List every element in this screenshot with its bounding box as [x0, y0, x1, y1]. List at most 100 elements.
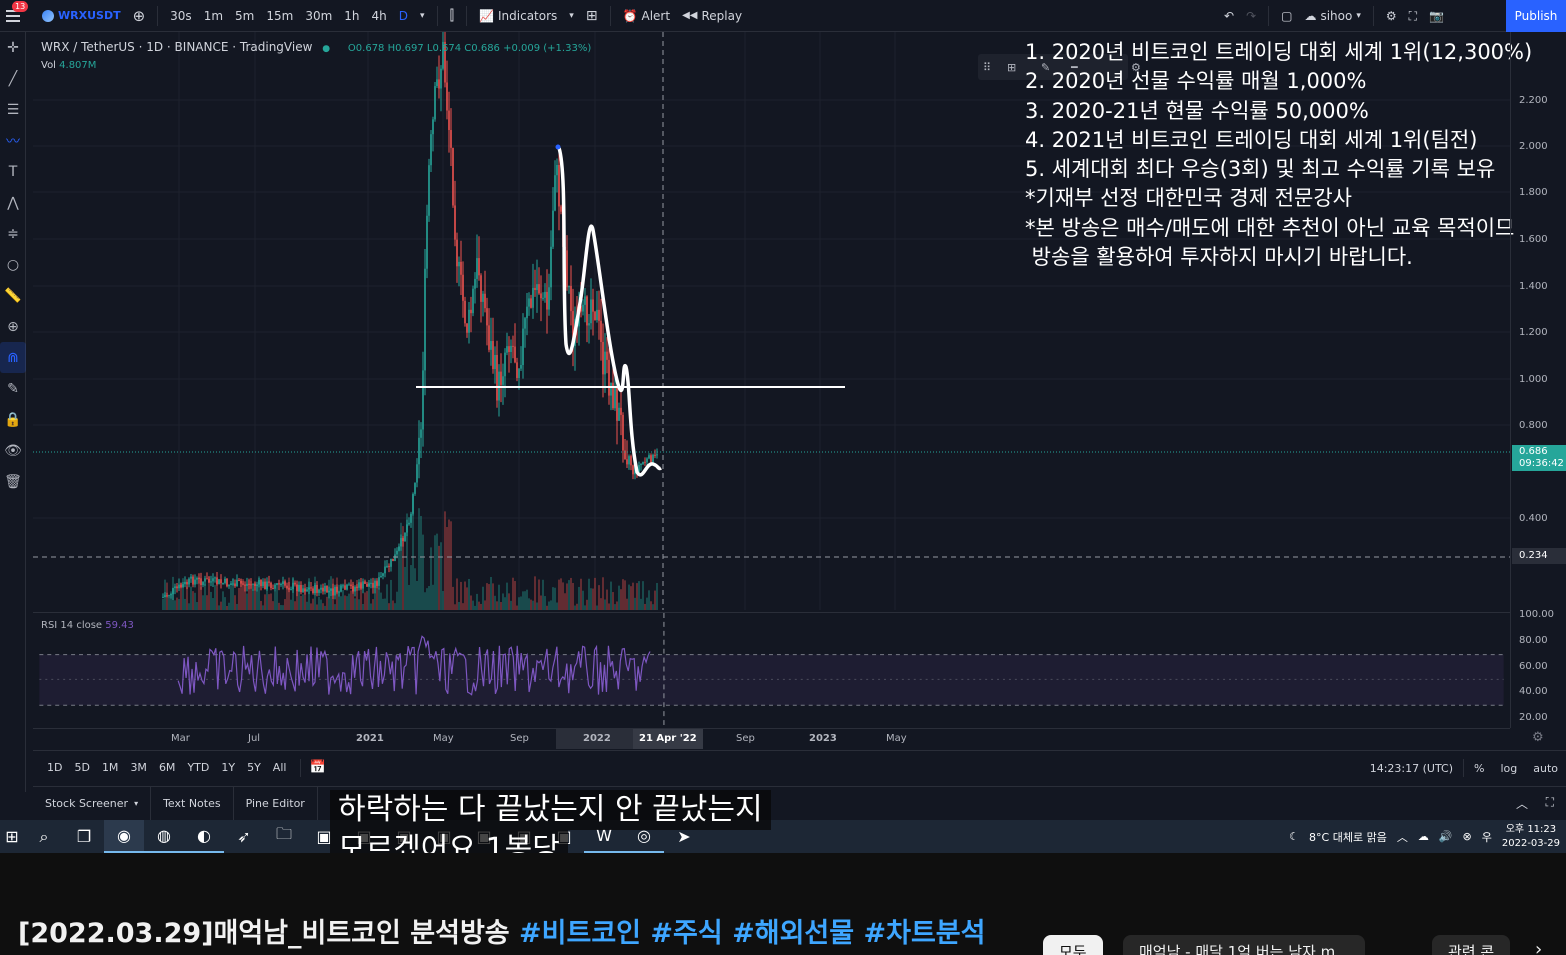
rsi-pane[interactable]	[33, 612, 1510, 728]
interval-d[interactable]: D	[393, 9, 414, 23]
template-icon[interactable]: ⊞	[1007, 61, 1016, 74]
task-view-icon[interactable]: ❐	[64, 820, 104, 853]
price-tick: 0.800	[1519, 420, 1548, 431]
chrome-icon[interactable]: ◉	[104, 820, 144, 853]
time-axis[interactable]: Mar Jul 2021 May Sep 2022 21 Apr '22 Sep…	[33, 728, 1510, 750]
range-all[interactable]: All	[267, 761, 293, 774]
range-5d[interactable]: 5D	[68, 761, 95, 774]
video-title[interactable]: [2022.03.29]매억남_비트코인 분석방송 #비트코인 #주식 #해외선…	[18, 911, 985, 950]
file-explorer-icon[interactable]: 🗀	[264, 820, 304, 853]
volume-bar	[488, 584, 490, 610]
tab-text-notes[interactable]: Text Notes	[151, 786, 234, 821]
symbol-search-button[interactable]: WRXUSDT	[36, 9, 127, 22]
log-toggle[interactable]: log	[1492, 762, 1525, 775]
eye-icon[interactable]: 👁	[0, 435, 26, 466]
redo-icon[interactable]: ↷	[1240, 9, 1262, 23]
chevron-up-icon[interactable]: ︿	[1397, 829, 1408, 845]
interval-1h[interactable]: 1h	[338, 9, 365, 23]
time-label: Mar	[171, 733, 190, 744]
app-bird-icon[interactable]: ➶	[224, 820, 264, 853]
undo-icon[interactable]: ↶	[1218, 9, 1240, 23]
clock-readout[interactable]: 14:23:17 (UTC)	[1360, 762, 1463, 775]
fullscreen-icon[interactable]: ⛶	[1403, 9, 1423, 24]
chip-all[interactable]: 모두	[1043, 935, 1103, 955]
horizontal-lines-icon[interactable]: ☰	[0, 94, 26, 125]
search-icon[interactable]: ⌕	[24, 820, 64, 853]
patterns-icon[interactable]: ⋀	[0, 187, 26, 218]
range-1y[interactable]: 1Y	[215, 761, 241, 774]
volume-bar	[312, 598, 314, 610]
volume-bar	[616, 601, 618, 610]
layout-square-icon[interactable]: ▢	[1275, 9, 1298, 23]
layout-name-button[interactable]: ☁ sihoo ▾	[1298, 9, 1366, 23]
templates-button[interactable]: ⊞	[580, 8, 604, 24]
alert-button[interactable]: ⏰ Alert	[617, 9, 677, 23]
publish-button[interactable]: Publish	[1506, 0, 1566, 32]
interval-30s[interactable]: 30s	[164, 9, 198, 23]
chevron-right-icon[interactable]: ›	[1535, 939, 1542, 955]
weather-text[interactable]: 8°C 대체로 맑음	[1309, 829, 1387, 845]
crosshair-icon[interactable]: ✛	[0, 32, 26, 63]
chart-type-button[interactable]: ⫿	[444, 8, 460, 24]
compare-symbol-button[interactable]: ⊕	[127, 7, 152, 25]
candle-body	[218, 579, 220, 585]
candle-body	[210, 581, 212, 583]
firefox-icon[interactable]: ◐	[184, 820, 224, 853]
auto-toggle[interactable]: auto	[1525, 762, 1566, 775]
candle-body	[198, 578, 200, 580]
interval-30m[interactable]: 30m	[299, 9, 338, 23]
stop-icon[interactable]: ⊗	[1463, 830, 1472, 843]
tab-stock-screener[interactable]: Stock Screener ▾	[33, 786, 152, 821]
range-6m[interactable]: 6M	[153, 761, 182, 774]
brush-icon[interactable]: 〰	[0, 125, 26, 156]
main-menu-button[interactable]: 13	[0, 0, 29, 32]
volume-icon[interactable]: 🔊	[1439, 830, 1453, 843]
volume-bar	[644, 603, 646, 610]
chip-channel[interactable]: 매억남 - 매달 1억 버는 남자 m...	[1123, 935, 1366, 955]
candle-body	[362, 581, 364, 589]
interval-4h[interactable]: 4h	[366, 9, 393, 23]
range-5y[interactable]: 5Y	[241, 761, 267, 774]
settings-gear-icon[interactable]: ⚙	[1380, 9, 1403, 23]
interval-5m[interactable]: 5m	[229, 9, 260, 23]
shapes-icon[interactable]: ○	[0, 249, 26, 280]
ruler-icon[interactable]: 📏	[0, 280, 26, 311]
lock-icon[interactable]: 🔒	[0, 404, 26, 435]
go-to-date-icon[interactable]: 📅	[309, 760, 325, 775]
network-icon[interactable]: ☁	[1418, 830, 1429, 843]
interval-1m[interactable]: 1m	[198, 9, 229, 23]
zoom-in-icon[interactable]: ⊕	[0, 311, 26, 342]
volume-bar	[224, 597, 226, 610]
indicators-button[interactable]: 📈 Indicators ▾	[473, 9, 580, 23]
stay-in-drawing-mode-icon[interactable]: ✎	[0, 373, 26, 404]
windows-start-icon[interactable]: ⊞	[0, 820, 24, 853]
prediction-icon[interactable]: ≑	[0, 218, 26, 249]
edge-icon[interactable]: ◍	[144, 820, 184, 853]
maximize-panel-icon[interactable]: ⛶	[1546, 795, 1554, 810]
taskbar-clock[interactable]: 오후 11:23 2022-03-29	[1502, 823, 1560, 851]
ime-icon[interactable]: 우	[1482, 829, 1492, 845]
candle-body	[390, 558, 392, 567]
trash-icon[interactable]: 🗑	[0, 466, 26, 497]
percent-toggle[interactable]: %	[1464, 762, 1492, 775]
axis-settings-gear-icon[interactable]: ⚙	[1532, 730, 1544, 745]
text-tool-icon[interactable]: T	[0, 156, 26, 187]
range-ytd[interactable]: YTD	[181, 761, 215, 774]
video-hashtags[interactable]: #비트코인 #주식 #해외선물 #차트분석	[519, 918, 985, 949]
drag-handle-icon[interactable]: ⠿	[983, 61, 991, 74]
chip-related[interactable]: 관련 콘	[1432, 935, 1511, 955]
trend-line-icon[interactable]: ╱	[0, 63, 26, 94]
price-axis[interactable]: 2.200 2.000 1.800 1.600 1.400 1.200 1.00…	[1510, 32, 1566, 728]
range-1m[interactable]: 1M	[96, 761, 125, 774]
range-1d[interactable]: 1D	[41, 761, 68, 774]
candle-body	[600, 320, 602, 343]
interval-dropdown-chevron-icon[interactable]: ▾	[414, 9, 431, 23]
interval-15m[interactable]: 15m	[260, 9, 299, 23]
magnet-icon[interactable]: ⋒	[0, 342, 26, 373]
collapse-panel-icon[interactable]: ︿	[1516, 795, 1528, 812]
camera-icon[interactable]: 📷	[1423, 9, 1450, 23]
rsi-tick: 100.00	[1519, 609, 1554, 620]
tab-pine-editor[interactable]: Pine Editor	[234, 786, 318, 821]
range-3m[interactable]: 3M	[124, 761, 153, 774]
replay-button[interactable]: ◀◀ Replay	[676, 9, 748, 23]
